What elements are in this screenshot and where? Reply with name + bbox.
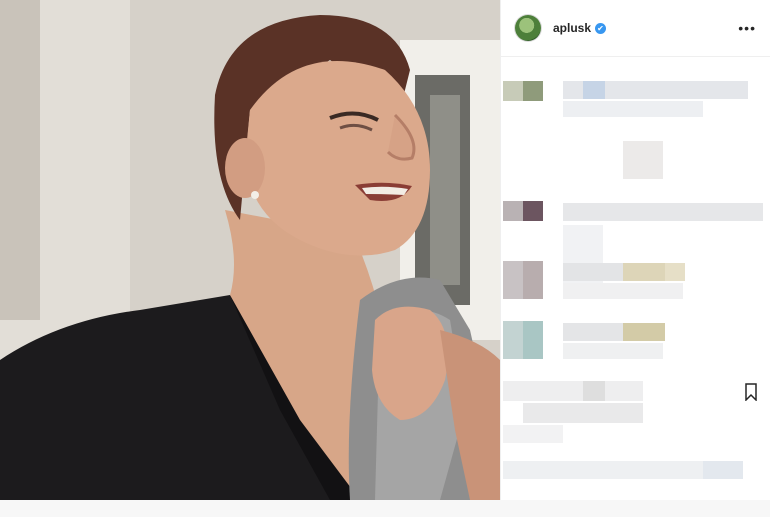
avatar[interactable] [515,15,541,41]
pixel-block [523,403,643,423]
pixel-block [523,321,543,359]
pixel-block [523,261,543,299]
instagram-post: aplusk ✔ ••• [0,0,770,500]
pixel-block [623,323,665,341]
pixel-block [523,201,543,221]
pixel-block [623,263,665,281]
pixel-block [563,101,703,117]
photo-content [0,0,500,500]
pixel-block [503,201,523,221]
more-options-icon[interactable]: ••• [738,20,756,36]
pixel-block [583,81,605,99]
pixel-block [563,283,683,299]
pixel-block [563,203,763,221]
bookmark-icon[interactable] [745,383,757,402]
post-sidebar: aplusk ✔ ••• [500,0,770,500]
pixel-block [563,323,623,341]
username-link[interactable]: aplusk [553,21,591,35]
pixel-block [563,343,663,359]
pixel-block [503,261,523,299]
pixel-block [503,321,523,359]
post-photo[interactable] [0,0,500,500]
pixel-block [583,381,605,401]
pixel-block [703,461,743,479]
verified-badge-icon: ✔ [595,22,607,34]
pixel-block [523,81,543,101]
comments-area-pixelated [501,57,770,500]
pixel-block [623,141,663,179]
pixel-block [503,381,643,401]
bottom-strip [0,500,770,517]
pixel-block [503,81,523,101]
pixel-block [563,263,623,281]
pixel-block [665,263,685,281]
post-header: aplusk ✔ ••• [501,0,770,57]
pixel-block [503,425,563,443]
